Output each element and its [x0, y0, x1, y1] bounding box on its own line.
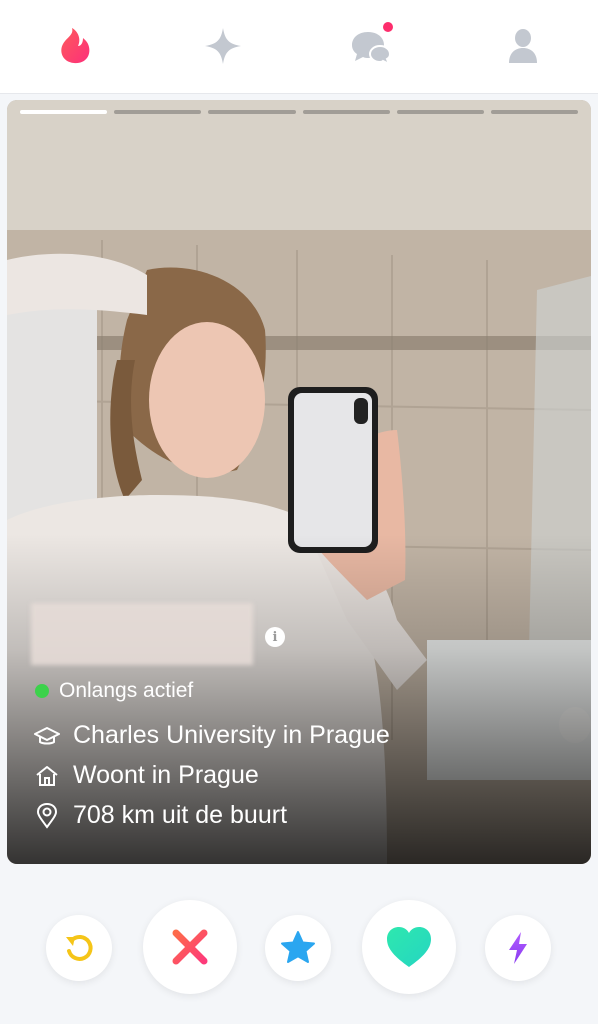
- nav-tab-explore[interactable]: [199, 22, 247, 70]
- super-like-button[interactable]: [265, 915, 331, 981]
- distance-row: 708 km uit de buurt: [33, 801, 287, 830]
- flame-icon: [61, 28, 90, 64]
- notification-badge: [383, 22, 393, 32]
- name-age-redacted: [31, 603, 253, 665]
- profile-icon: [509, 29, 537, 63]
- residence-label: Woont in Prague: [73, 761, 259, 789]
- info-icon[interactable]: i: [265, 627, 285, 647]
- sparkle-icon: [205, 28, 241, 64]
- graduation-cap-icon: [33, 722, 61, 750]
- active-dot-icon: [35, 684, 49, 698]
- boost-button[interactable]: [485, 915, 551, 981]
- bolt-icon: [509, 932, 527, 964]
- like-button[interactable]: [362, 900, 456, 994]
- location-pin-icon: [33, 802, 61, 830]
- top-navigation: [0, 0, 598, 94]
- rewind-button[interactable]: [46, 915, 112, 981]
- photo-progress: [20, 110, 579, 114]
- photo-indicator[interactable]: [114, 110, 202, 114]
- chat-icon: [352, 32, 392, 66]
- residence-row: Woont in Prague: [33, 761, 259, 790]
- action-bar: [0, 880, 598, 1024]
- photo-indicator[interactable]: [490, 110, 579, 114]
- school-label: Charles University in Prague: [73, 721, 390, 749]
- school-row: Charles University in Prague: [33, 721, 390, 750]
- activity-status-label: Onlangs actief: [59, 679, 194, 702]
- photo-indicator[interactable]: [20, 110, 108, 114]
- star-icon: [281, 931, 315, 963]
- rewind-icon: [66, 934, 93, 961]
- close-icon: [172, 929, 208, 965]
- distance-label: 708 km uit de buurt: [73, 801, 288, 829]
- home-icon: [33, 762, 61, 790]
- heart-icon: [387, 927, 431, 967]
- activity-status: Onlangs actief: [35, 679, 193, 703]
- nav-tab-profile[interactable]: [499, 22, 547, 70]
- nope-button[interactable]: [143, 900, 237, 994]
- photo-indicator[interactable]: [302, 110, 390, 114]
- profile-card[interactable]: i Onlangs actief Charles University in P…: [7, 100, 591, 864]
- nav-tab-swipe[interactable]: [51, 22, 99, 70]
- photo-indicator[interactable]: [208, 110, 296, 114]
- nav-tab-messages[interactable]: [349, 22, 397, 70]
- photo-indicator[interactable]: [396, 110, 484, 114]
